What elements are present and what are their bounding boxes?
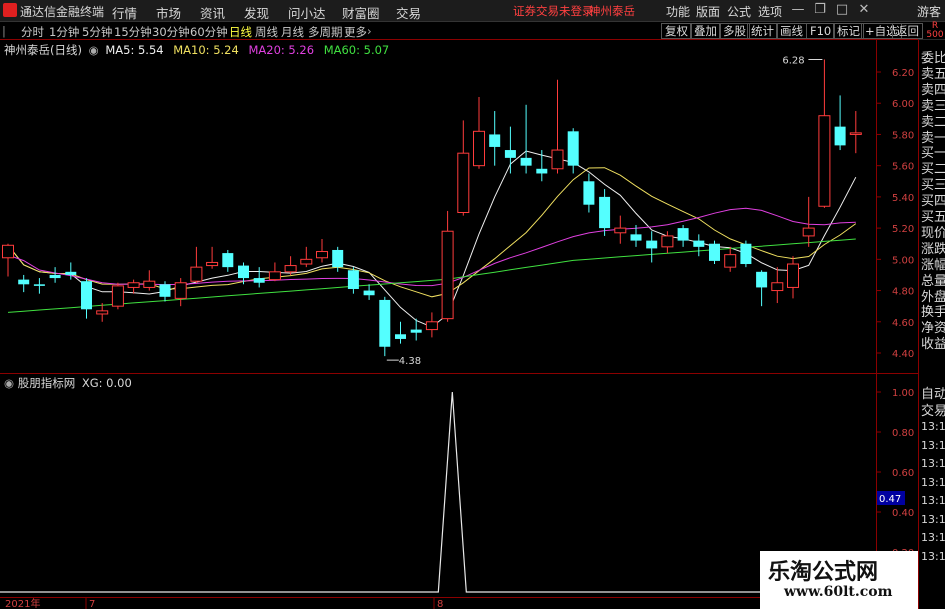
tick-time: 13:14 (921, 512, 945, 526)
indicator-tick-label: 0.80 (892, 428, 914, 439)
price-tick-label: 6.00 (892, 99, 914, 110)
candle-body-down (395, 334, 406, 339)
indicator-tick-label: 1.00 (892, 388, 914, 399)
tick-time: 13:13 (921, 420, 945, 433)
candle-body-down (332, 249, 344, 268)
candle-body-up (174, 282, 187, 299)
candle-body-up (2, 244, 14, 259)
price-tick-label: 6.20 (892, 68, 914, 79)
tick-time: 13:13 (921, 457, 945, 470)
candle-body-up (143, 280, 156, 288)
candle-body-down (33, 284, 45, 286)
candle-body-down (646, 240, 658, 249)
candle-body-down (18, 279, 30, 285)
candle-body-up (724, 254, 737, 268)
candle-body-down (504, 150, 516, 158)
candle-body-down (65, 271, 77, 275)
guest-button[interactable]: 游客 (917, 3, 941, 20)
candle-body-up (111, 285, 124, 307)
candle-body-up (268, 271, 281, 281)
candle-body-down (599, 196, 611, 229)
price-tick-label: 4.60 (892, 318, 914, 329)
x-axis-year: 2021年 (5, 597, 40, 609)
candle-body-up (849, 132, 862, 135)
ma20-line (7, 207, 856, 287)
price-tick-label: 4.80 (892, 287, 914, 298)
candle-body-up (818, 115, 831, 207)
candle-body-up (551, 149, 564, 170)
xg-signal-line (0, 391, 876, 593)
price-tick-label: 4.40 (892, 349, 914, 360)
price-tick-label: 5.20 (892, 224, 914, 235)
tick-time: 13:14 (921, 475, 945, 489)
candle-body-down (363, 290, 375, 296)
candle-body-down (630, 234, 642, 241)
r-label: R 500 (925, 22, 945, 40)
candle-body-down (536, 168, 548, 174)
candle-body-down (709, 243, 720, 261)
price-tick-label: 5.60 (892, 162, 914, 173)
candle-body-down (489, 134, 501, 147)
candle-body-down (222, 253, 234, 268)
watermark-logo: 乐淘公式网 www.60lt.com (760, 551, 918, 609)
candle-body-up (300, 258, 313, 265)
candle-body-down (253, 278, 265, 283)
ma10-line (7, 167, 857, 298)
indicator-tick-label: 0.40 (892, 508, 914, 519)
price-tick-label: 5.80 (892, 130, 914, 141)
candle-body-up (473, 130, 485, 167)
candle-body-up (614, 227, 627, 234)
candle-body-down (159, 284, 171, 297)
candle-body-down (567, 131, 579, 166)
low-price-label: 4.38 (399, 356, 421, 367)
candle-body-down (677, 228, 689, 241)
high-price-label: 6.28 (782, 56, 804, 67)
candle-body-up (206, 261, 219, 267)
tick-time: 13:14 (921, 494, 945, 507)
kline-chart[interactable]: 6.28 4.38 6.20 6.00 5.80 5.60 5.40 5.20 5.00 4.8… (0, 0, 918, 609)
tick-time: 13:14 (921, 531, 945, 544)
auto-trade-button[interactable]: 交易 (921, 400, 945, 419)
r-number: 500 (926, 30, 944, 40)
candle-body-down (238, 265, 249, 279)
candle-body-down (583, 181, 595, 205)
quote-sidebar: 委比 卖五 卖四 卖三 卖二 卖一 买一 买二 买三 买四 买五 现价 涨跌 涨幅 总量 外盘 换手 净资 收益 自动… (918, 40, 945, 609)
candle-body-up (441, 230, 454, 320)
candle-body-up (316, 251, 328, 259)
candle-body-up (802, 227, 815, 237)
candle-body-down (347, 270, 359, 289)
quote-field-label: 收益 (921, 337, 945, 353)
indicator-tick-label: 0.60 (892, 468, 914, 479)
candle-body-down (740, 243, 752, 265)
candle-body-down (834, 126, 846, 146)
candle-body-up (661, 235, 674, 248)
ma60-line (7, 238, 856, 313)
candle-body-down (49, 274, 61, 279)
ma5-line (7, 150, 857, 328)
candle-body-down (81, 281, 92, 310)
candle-body-up (425, 321, 438, 331)
tick-time: 13:13 (921, 438, 945, 452)
price-tick-label: 5.00 (892, 255, 914, 266)
candle-body-down (520, 157, 532, 166)
price-tick-label: 5.40 (892, 193, 914, 204)
candle-body-down (410, 329, 422, 333)
candle-body-up (284, 265, 297, 273)
x-axis-month: 8 (437, 599, 443, 609)
current-value-label: 0.47 (879, 494, 901, 505)
candle-body-up (787, 263, 799, 288)
candle-body-up (127, 282, 140, 288)
candle-body-up (457, 152, 470, 214)
tick-time: 13:14 (921, 549, 945, 563)
candle-body-up (771, 282, 784, 292)
candle-body-down (379, 299, 391, 347)
candle-body-up (190, 266, 203, 282)
candle-body-down (756, 271, 768, 288)
candle-body-up (96, 310, 109, 315)
x-axis-month: 7 (89, 599, 95, 609)
candle-body-down (693, 240, 705, 247)
